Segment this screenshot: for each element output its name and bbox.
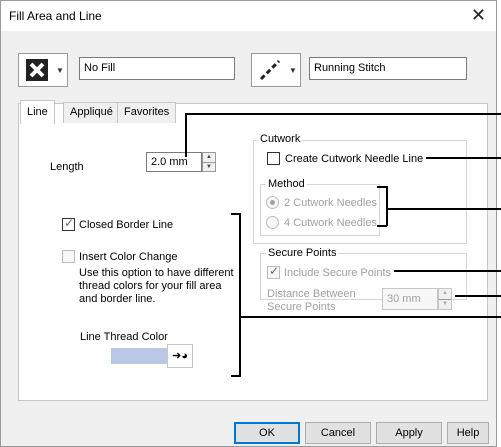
spin-down-icon[interactable]: ▼ [203,162,215,171]
help-text-line-1: Use this option to have different [79,267,234,279]
tab-applique[interactable]: Appliqué [63,102,120,123]
running-stitch-icon [259,59,281,81]
thread-color-picker-button[interactable]: ➜◕ [167,344,193,368]
line-thread-color-label: Line Thread Color [80,331,168,343]
include-secure-points-label: Include Secure Points [284,267,392,279]
line-type-field[interactable]: Running Stitch [309,57,467,80]
thread-color-swatch [111,348,167,364]
spin-down-icon[interactable]: ▼ [439,299,451,309]
radio-4-cutwork-needles[interactable] [266,216,279,229]
help-text-line-2: thread colors for your fill area [79,280,222,292]
radio-2-cutwork-needles[interactable] [266,196,279,209]
callout-line [377,225,387,227]
closed-border-label: Closed Border Line [79,219,174,231]
callout-line [377,186,387,188]
distance-input[interactable]: 30 mm [382,288,438,310]
palette-arrow-icon: ➜◕ [172,350,188,362]
create-cutwork-checkbox[interactable] [267,152,280,165]
create-cutwork-label: Create Cutwork Needle Line [285,153,424,165]
callout-line [386,186,388,226]
no-fill-icon [26,59,48,81]
ok-button[interactable]: OK [234,422,300,444]
length-spinner[interactable]: ▲ ▼ [202,152,216,172]
length-label: Length [50,161,84,173]
tab-favorites[interactable]: Favorites [117,102,177,123]
callout-line [426,157,501,159]
line-type-button[interactable]: ▼ [251,53,301,87]
spin-up-icon[interactable]: ▲ [439,289,451,299]
radio-4-label: 4 Cutwork Needles [284,217,377,229]
fill-type-field[interactable]: No Fill [79,57,235,80]
callout-line [185,113,187,157]
callout-line [239,213,241,377]
length-input[interactable]: 2.0 mm [146,152,202,172]
chevron-down-icon: ▼ [56,66,64,75]
include-secure-points-checkbox[interactable]: ✓ [267,264,280,279]
cutwork-group-title: Cutwork [258,133,303,145]
distance-spinner[interactable]: ▲ ▼ [438,288,452,310]
radio-2-label: 2 Cutwork Needles [284,197,377,209]
callout-line [231,213,241,215]
callout-line [185,113,501,115]
callout-line [386,208,501,210]
insert-color-change-checkbox[interactable] [62,250,75,263]
callout-line [231,375,241,377]
callout-line [239,316,501,318]
checkmark-icon: ✓ [64,216,75,230]
distance-label-line-2: Secure Points [267,301,336,313]
dialog-title: Fill Area and Line [9,9,102,23]
tab-line[interactable]: Line [20,100,55,124]
callout-line [455,295,501,297]
distance-label-line-1: Distance Between [267,288,356,300]
secure-points-group-title: Secure Points [266,247,339,259]
method-group-title: Method [266,178,307,190]
closed-border-checkbox[interactable]: ✓ [62,216,75,231]
spin-up-icon[interactable]: ▲ [203,153,215,162]
help-button[interactable]: Help [447,422,489,444]
fill-area-line-dialog: Fill Area and Line ✕ ▼ No Fill ▼ Running… [0,0,497,447]
close-icon[interactable]: ✕ [471,5,486,26]
apply-button[interactable]: Apply [376,422,442,444]
chevron-down-icon: ▼ [289,66,297,75]
help-text-line-3: and border line. [79,293,156,305]
insert-color-change-label: Insert Color Change [79,251,178,263]
callout-line [394,270,501,272]
cancel-button[interactable]: Cancel [305,422,371,444]
title-bar: Fill Area and Line ✕ [1,1,496,31]
checkmark-icon: ✓ [269,264,280,278]
fill-type-button[interactable]: ▼ [18,53,68,87]
